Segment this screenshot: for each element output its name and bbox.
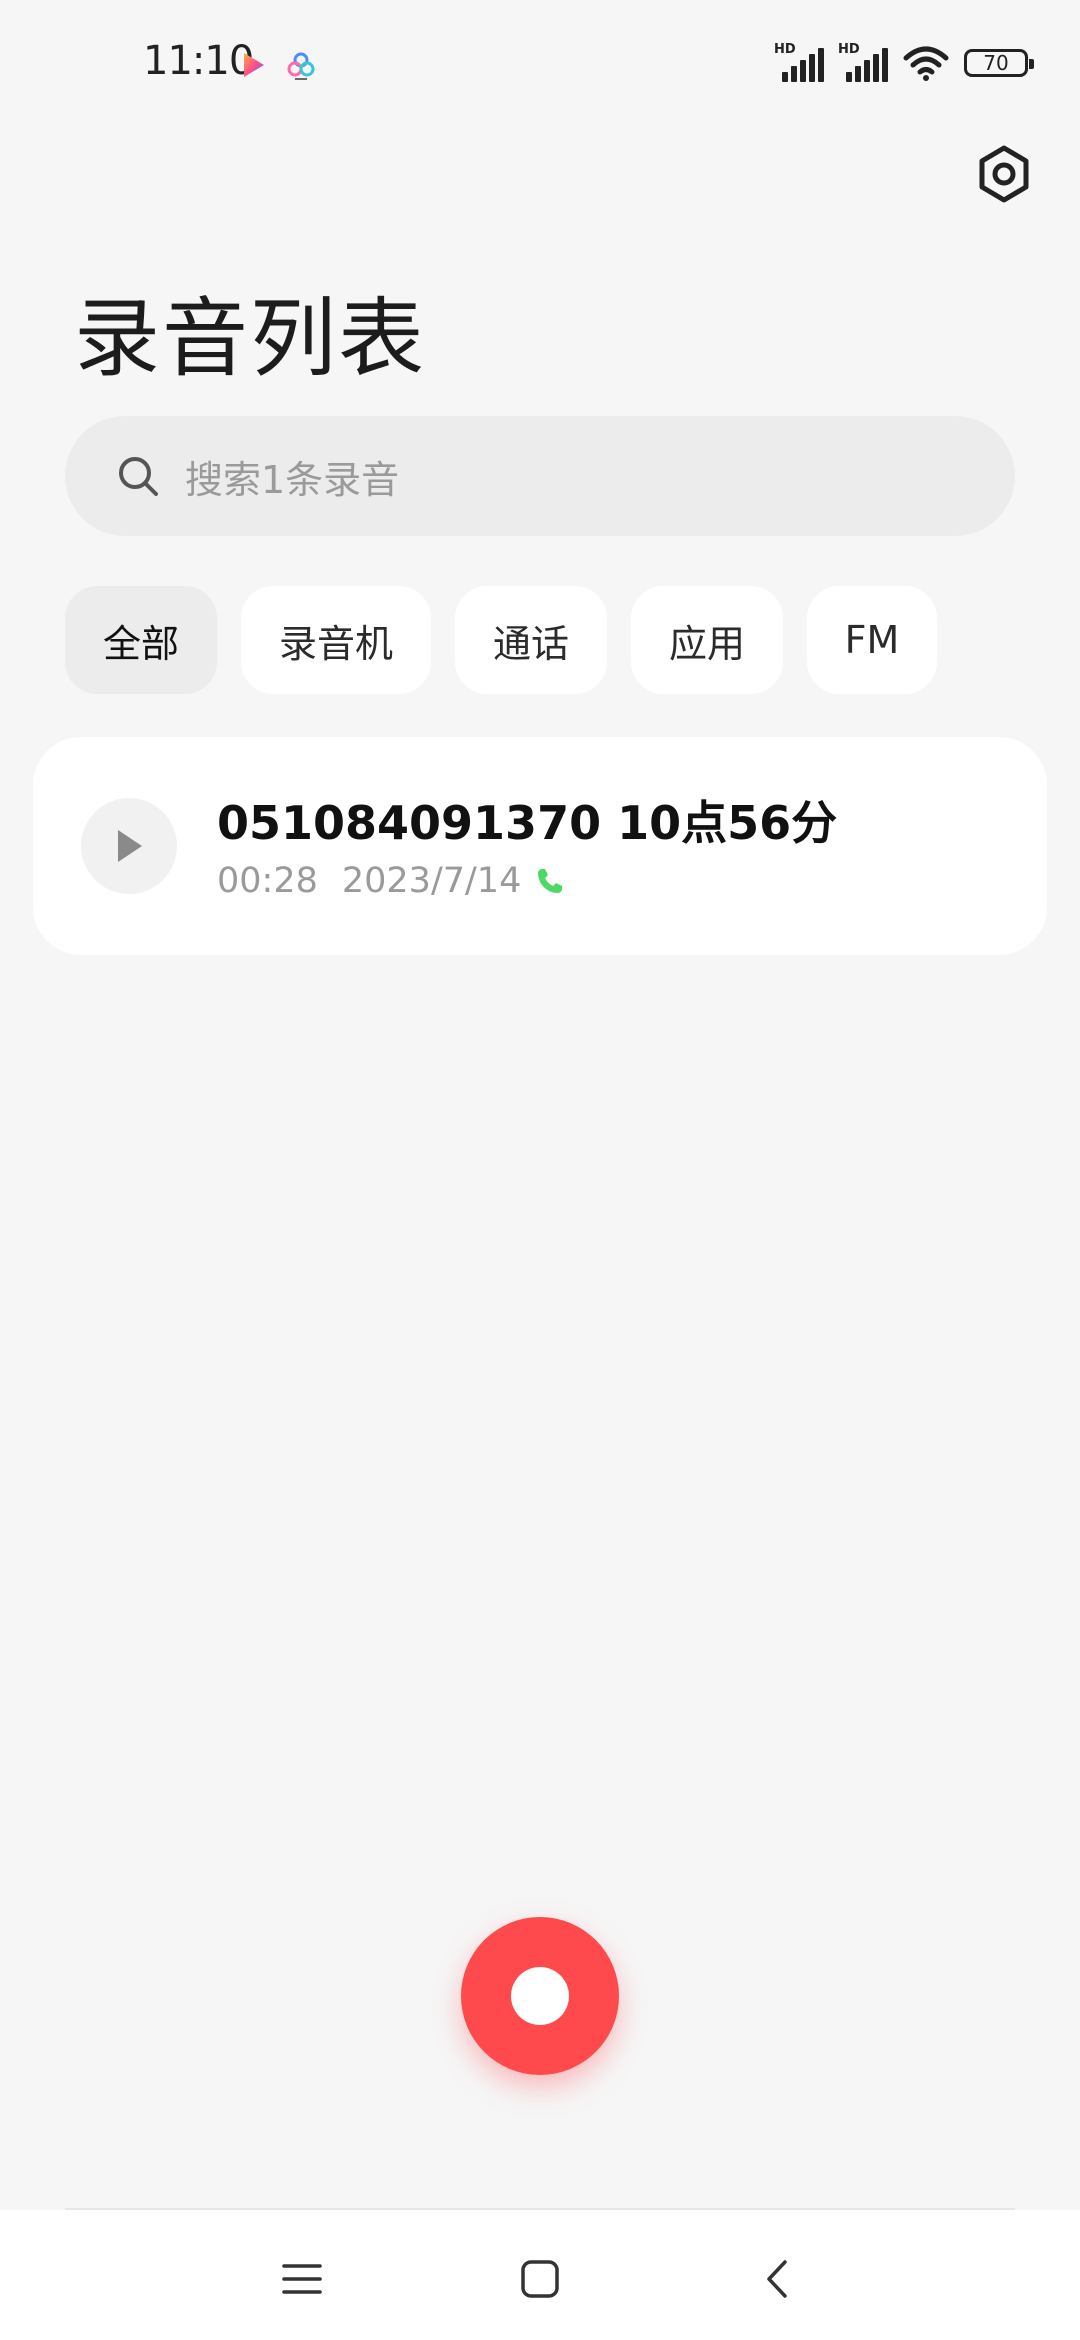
hd-label: HD — [838, 42, 860, 57]
tab-label: 应用 — [668, 621, 745, 666]
tab-all[interactable]: 全部 — [65, 586, 217, 694]
record-icon — [511, 1967, 569, 2025]
recording-duration: 00:28 — [217, 861, 318, 901]
hd-label: HD — [774, 42, 796, 57]
tab-recorder[interactable]: 录音机 — [241, 586, 431, 694]
recording-list-item[interactable]: 051084091370 10点56分 00:28 2023/7/14 — [33, 737, 1047, 955]
tab-apps[interactable]: 应用 — [631, 586, 783, 694]
signal-icon: HD — [774, 42, 824, 82]
recording-date: 2023/7/14 — [341, 861, 522, 901]
play-button[interactable] — [81, 798, 177, 894]
gear-icon[interactable] — [974, 144, 1034, 204]
record-button[interactable] — [461, 1917, 619, 2075]
search-input[interactable]: 搜索1条录音 — [65, 416, 1015, 536]
play-icon — [118, 830, 142, 862]
tab-fm[interactable]: FM — [807, 586, 937, 694]
recording-title: 051084091370 10点56分 — [217, 796, 838, 850]
back-icon[interactable] — [748, 2254, 808, 2304]
video-app-icon — [244, 53, 264, 77]
filter-tabs: 全部 录音机 通话 应用 FM — [65, 586, 937, 694]
phone-call-icon — [538, 869, 563, 893]
tab-calls[interactable]: 通话 — [455, 586, 607, 694]
menu-icon[interactable] — [272, 2254, 332, 2304]
signal-icon: HD — [838, 42, 888, 82]
recording-meta: 00:28 2023/7/14 — [217, 861, 565, 901]
tab-label: 录音机 — [278, 621, 393, 666]
tab-label: 通话 — [492, 621, 569, 666]
search-icon — [119, 457, 158, 496]
tab-label: 全部 — [102, 621, 179, 666]
cloud-app-icon — [287, 52, 315, 80]
search-placeholder: 搜索1条录音 — [185, 457, 400, 502]
navigation-bar — [0, 2210, 1080, 2340]
status-indicators: HD HD 70 — [774, 42, 1034, 82]
page-title: 录音列表 — [74, 289, 426, 389]
wifi-icon — [903, 46, 949, 81]
tab-label: FM — [844, 618, 900, 662]
home-icon[interactable] — [510, 2254, 570, 2304]
battery-level: 70 — [983, 51, 1009, 75]
battery-icon: 70 — [964, 49, 1034, 77]
